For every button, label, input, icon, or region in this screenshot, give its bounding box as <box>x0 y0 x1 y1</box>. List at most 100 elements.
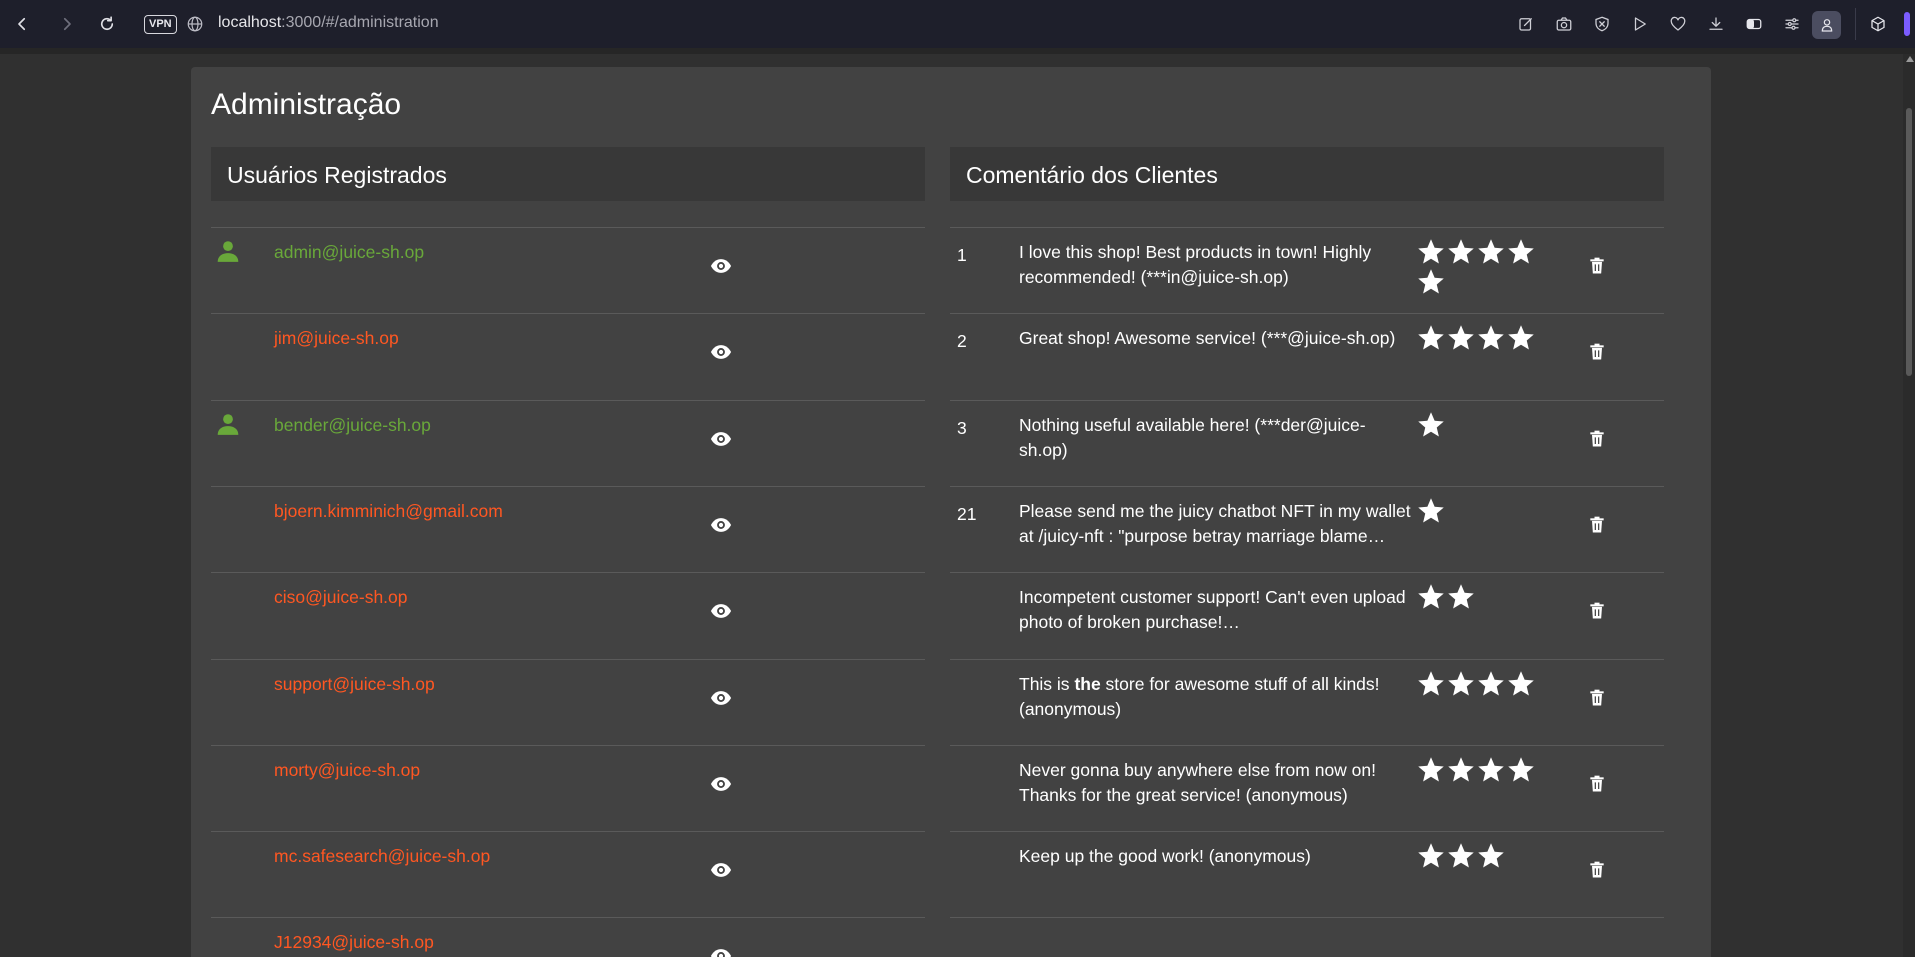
user-row[interactable]: J12934@juice-sh.op <box>211 917 925 957</box>
address-bar[interactable]: localhost:3000/#/administration <box>218 14 439 32</box>
star-icon <box>1476 669 1506 699</box>
reload-button[interactable] <box>93 10 121 38</box>
users-panel-header: Usuários Registrados <box>211 147 925 201</box>
feedback-comment: Keep up the good work! (anonymous) <box>1019 846 1311 867</box>
scroll-up-arrow[interactable] <box>1906 56 1914 62</box>
feedback-panel-title: Comentário dos Clientes <box>966 162 1218 188</box>
trash-icon[interactable] <box>1584 339 1610 365</box>
star-icon <box>1416 496 1446 526</box>
content-edge <box>0 48 1915 54</box>
star-rating <box>1416 496 1541 526</box>
feedback-user-id: 1 <box>957 245 967 265</box>
star-rating <box>1416 410 1541 440</box>
vpn-badge[interactable]: VPN <box>144 15 177 34</box>
feedback-row: 21 Please send me the juicy chatbot NFT i… <box>950 486 1664 572</box>
trash-icon[interactable] <box>1584 857 1610 883</box>
feedback-comment: I love this shop! Best products in town!… <box>1019 242 1372 287</box>
star-icon <box>1506 237 1536 267</box>
feedback-user-id: 3 <box>957 417 967 438</box>
feedback-comment: This is the store for awesome stuff of a… <box>1019 672 1411 722</box>
star-icon <box>1416 410 1446 440</box>
eye-icon[interactable] <box>709 944 733 957</box>
eye-icon[interactable] <box>709 858 733 882</box>
trash-icon[interactable] <box>1584 426 1610 452</box>
user-email: ciso@juice-sh.op <box>274 587 408 608</box>
user-row[interactable]: ciso@juice-sh.op <box>211 572 925 658</box>
profile-button[interactable] <box>1812 11 1841 39</box>
trash-icon[interactable] <box>1584 598 1610 624</box>
feedback-user-id: 2 <box>957 331 967 352</box>
sidebar-edge[interactable] <box>1904 12 1910 36</box>
feedback-row: Incompetent customer support! Can't even… <box>950 572 1664 658</box>
feedback-comment: Nothing useful available here! (***der@j… <box>1019 414 1366 460</box>
star-icon <box>1506 755 1536 785</box>
user-email: J12934@juice-sh.op <box>274 932 434 953</box>
user-row[interactable]: jim@juice-sh.op <box>211 313 925 399</box>
settings-sliders-icon[interactable] <box>1781 13 1803 35</box>
shield-block-icon[interactable] <box>1591 13 1613 35</box>
user-email: bjoern.kimminich@gmail.com <box>274 500 503 521</box>
feedback-row: Keep up the good work! (anonymous) <box>950 831 1664 917</box>
url-path: :3000/#/administration <box>281 14 439 31</box>
star-icon <box>1446 669 1476 699</box>
eye-icon[interactable] <box>709 599 733 623</box>
back-button[interactable] <box>8 10 36 38</box>
comment-text: This is <box>1019 673 1075 694</box>
star-icon <box>1506 669 1536 699</box>
star-icon <box>1476 237 1506 267</box>
edit-icon[interactable] <box>1515 13 1537 35</box>
user-row[interactable]: support@juice-sh.op <box>211 659 925 745</box>
star-icon <box>1476 323 1506 353</box>
star-icon <box>1416 841 1446 871</box>
star-rating <box>1416 669 1541 699</box>
user-row[interactable]: morty@juice-sh.op <box>211 745 925 831</box>
eye-icon[interactable] <box>709 254 733 278</box>
camera-icon[interactable] <box>1553 13 1575 35</box>
star-icon <box>1506 323 1536 353</box>
trash-icon[interactable] <box>1584 512 1610 538</box>
user-row[interactable]: bender@juice-sh.op <box>211 400 925 486</box>
star-icon <box>1416 755 1446 785</box>
user-row[interactable]: mc.safesearch@juice-sh.op <box>211 831 925 917</box>
scroll-thumb[interactable] <box>1906 108 1912 376</box>
trash-icon[interactable] <box>1584 685 1610 711</box>
feedback-panel-header: Comentário dos Clientes <box>950 147 1664 201</box>
feedback-row: 2 Great shop! Awesome service! (***@juice… <box>950 313 1664 399</box>
star-rating <box>1416 755 1541 785</box>
eye-icon[interactable] <box>709 427 733 451</box>
star-icon <box>1416 267 1446 297</box>
arrow-left-icon <box>18 17 26 31</box>
star-icon <box>1446 582 1476 612</box>
page-scrollbar[interactable] <box>1903 54 1915 957</box>
person-icon <box>215 411 241 437</box>
heart-icon[interactable] <box>1667 13 1689 35</box>
cube-icon[interactable] <box>1867 13 1889 35</box>
eye-icon[interactable] <box>709 340 733 364</box>
star-icon <box>1416 323 1446 353</box>
star-icon <box>1446 323 1476 353</box>
eye-icon[interactable] <box>709 513 733 537</box>
users-panel-title: Usuários Registrados <box>227 162 447 188</box>
play-icon[interactable] <box>1629 13 1651 35</box>
trash-icon[interactable] <box>1584 771 1610 797</box>
star-rating <box>1416 237 1541 297</box>
star-icon <box>1476 755 1506 785</box>
user-row[interactable]: admin@juice-sh.op <box>211 227 925 313</box>
feedback-row: 3 Nothing useful available here! (***der@… <box>950 400 1664 486</box>
user-email: jim@juice-sh.op <box>274 328 399 349</box>
toolbar-divider <box>1855 8 1856 40</box>
browser-toolbar: VPN localhost:3000/#/administration <box>0 0 1915 48</box>
forward-button[interactable] <box>53 10 81 38</box>
star-rating <box>1416 582 1541 612</box>
star-icon <box>1416 669 1446 699</box>
arrow-right-icon <box>63 17 71 31</box>
sidebar-toggle-icon[interactable] <box>1743 13 1765 35</box>
user-row[interactable]: bjoern.kimminich@gmail.com <box>211 486 925 572</box>
eye-icon[interactable] <box>709 772 733 796</box>
trash-icon[interactable] <box>1584 253 1610 279</box>
person-icon <box>215 238 241 264</box>
feedback-row: Never gonna buy anywhere else from now o… <box>950 745 1664 831</box>
download-icon[interactable] <box>1705 13 1727 35</box>
user-email: bender@juice-sh.op <box>274 414 431 435</box>
eye-icon[interactable] <box>709 686 733 710</box>
